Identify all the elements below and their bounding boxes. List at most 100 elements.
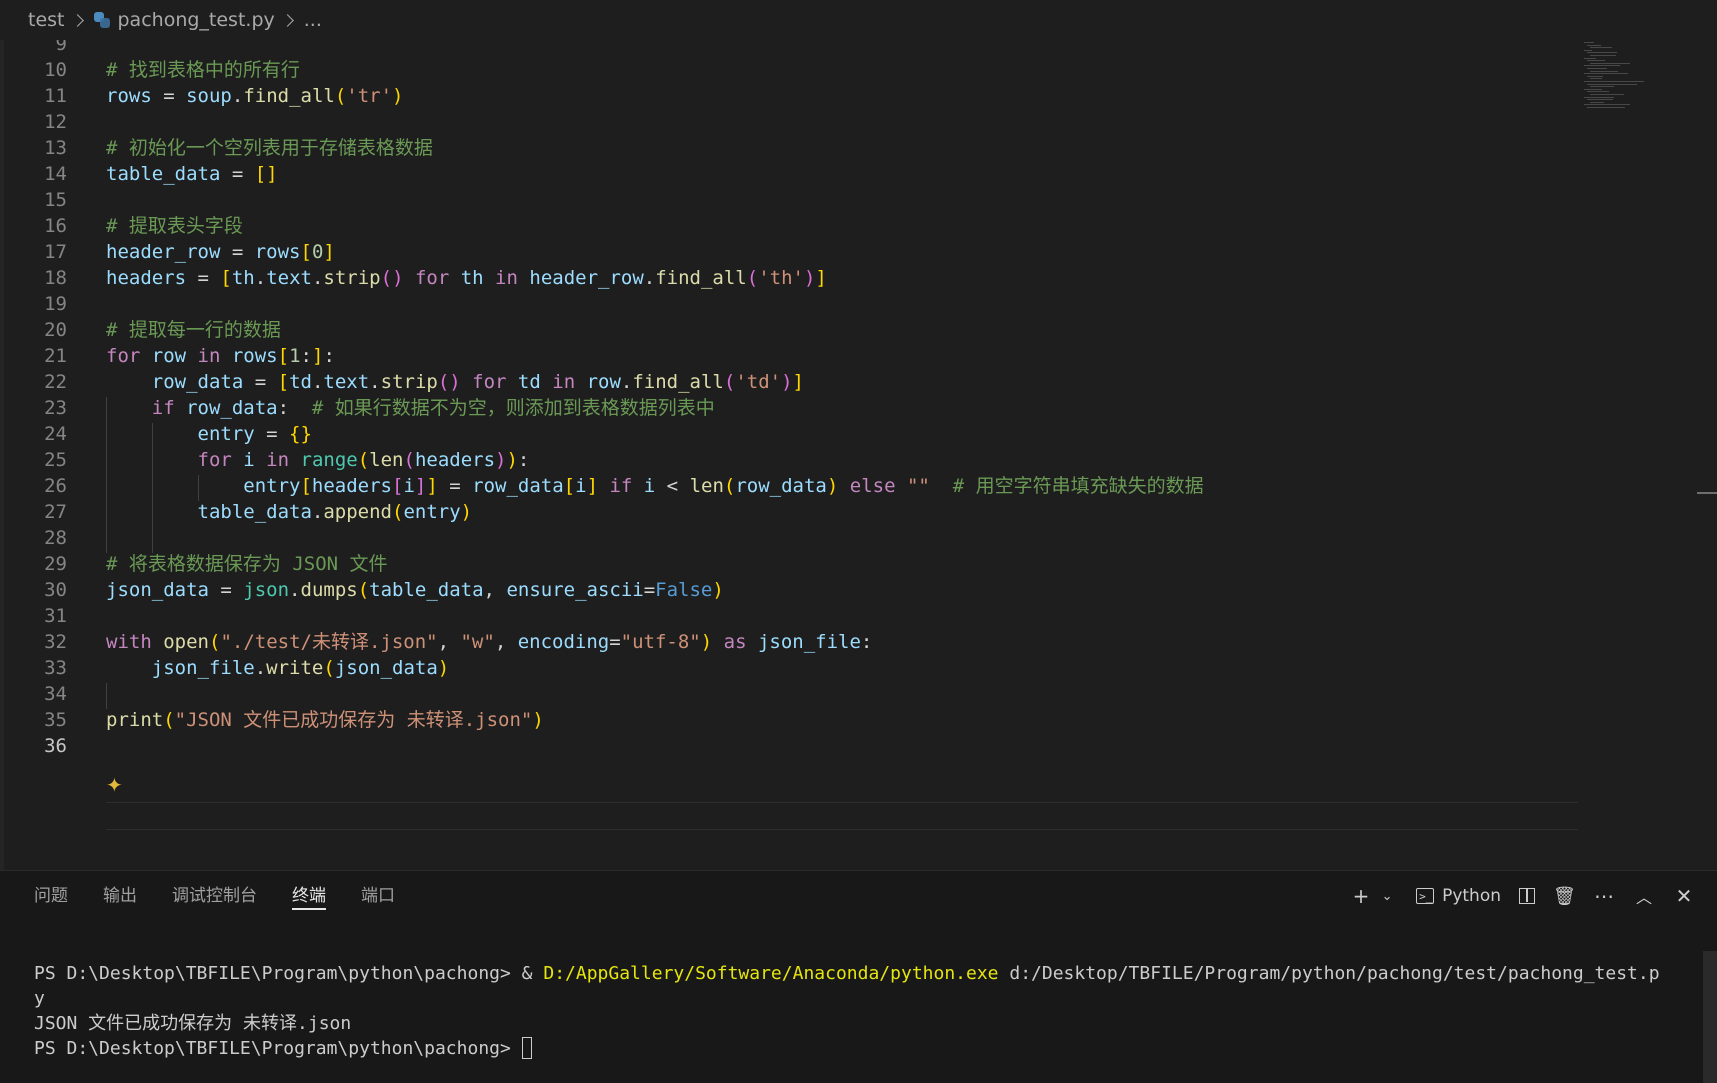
code-line[interactable]: 20 # 提取每一行的数据 (0, 316, 1580, 344)
line-number: 27 (44, 501, 67, 523)
code-token: table_data (106, 501, 312, 523)
code-line[interactable]: 17 header_row = rows[0] (0, 238, 1580, 266)
code-text: if row_data: # 如果行数据不为空，则添加到表格数据列表中 (106, 394, 715, 422)
line-number: 26 (44, 475, 67, 497)
code-line[interactable]: 14 table_data = [] (0, 160, 1580, 188)
code-token: with (106, 631, 152, 653)
terminal-prompt: PS D:\Desktop\TBFILE\Program\python\pach… (34, 1038, 522, 1059)
code-line[interactable]: 34 (0, 680, 1580, 708)
code-line[interactable]: 22 row_data = [td.text.strip() for td in… (0, 368, 1580, 396)
code-line[interactable]: 16 # 提取表头字段 (0, 212, 1580, 240)
minimap[interactable] (1578, 40, 1688, 120)
line-number: 25 (44, 449, 67, 471)
minimap-line (1587, 52, 1617, 54)
code-line[interactable]: 35 print("JSON 文件已成功保存为 未转译.json") (0, 706, 1580, 734)
code-line[interactable]: 31 (0, 602, 1580, 630)
code-token: [ (563, 475, 576, 497)
code-line[interactable]: 21 for row in rows[1:]: (0, 342, 1580, 370)
breadcrumb-file[interactable]: pachong_test.py (118, 9, 275, 31)
panel-tab[interactable]: 终端 (292, 871, 326, 921)
trash-icon[interactable]: 🗑 (1553, 886, 1576, 907)
code-editor[interactable]: 9 10 # 找到表格中的所有行 11 rows = soup.find_all('tr… (0, 40, 1717, 870)
minimap-line (1590, 94, 1624, 95)
terminal-scrollbar[interactable] (1703, 951, 1717, 1083)
code-token: headers (106, 267, 187, 289)
code-line[interactable]: 30 json_data = json.dumps(table_data, ens… (0, 576, 1580, 604)
code-line[interactable]: 18 headers = [th.text.strip() for th in h… (0, 264, 1580, 292)
line-number: 34 (44, 683, 67, 705)
code-line[interactable]: 19 (0, 290, 1580, 318)
sparkle-icon[interactable]: ✦ (106, 775, 126, 795)
code-line[interactable]: 32 with open("./test/未转译.json", "w", enco… (0, 628, 1580, 656)
scrollbar-marker[interactable] (1697, 492, 1717, 494)
code-token: : (300, 345, 312, 367)
code-token: text (323, 371, 370, 393)
code-token: = (243, 371, 278, 393)
minimap-line (1587, 99, 1613, 101)
code-token: ) (700, 631, 713, 653)
code-token: , (494, 631, 518, 653)
minimap-line (1590, 101, 1604, 103)
line-number: 29 (44, 553, 67, 575)
code-token: rows (231, 345, 278, 367)
code-token: = (437, 475, 473, 497)
code-text: with open("./test/未转译.json", "w", encodi… (106, 628, 872, 656)
panel-tab[interactable]: 调试控制台 (172, 871, 257, 921)
code-line[interactable]: 12 (0, 108, 1580, 136)
panel-tab[interactable]: 输出 (103, 871, 137, 921)
breadcrumb-folder[interactable]: test (28, 9, 65, 31)
line-number: 33 (44, 657, 67, 679)
code-token: i (231, 449, 255, 471)
code-text: table_data.append(entry) (106, 498, 473, 526)
panel-tab[interactable]: 问题 (34, 871, 68, 921)
code-line[interactable]: 28 (0, 524, 1580, 552)
ellipsis-icon[interactable]: ⋯ (1593, 884, 1615, 908)
minimap-line (1590, 55, 1616, 56)
code-token: ( (323, 657, 335, 679)
code-token: ) (532, 709, 544, 731)
panel-tabs: 问题 输出 调试控制台 终端 端口 (0, 871, 430, 921)
code-token: . (369, 371, 381, 393)
code-token: row (586, 371, 621, 393)
code-token: . (254, 657, 267, 679)
terminal-profile-python[interactable]: >_ Python (1416, 886, 1501, 906)
code-line[interactable]: 11 rows = soup.find_all('tr') (0, 82, 1580, 110)
terminal-output[interactable]: PS D:\Desktop\TBFILE\Program\python\pach… (34, 961, 1684, 1061)
code-token: 'tr' (346, 85, 393, 107)
code-token: json_file (106, 657, 255, 679)
code-text: # 提取每一行的数据 (106, 316, 281, 344)
minimap-line (1584, 104, 1630, 106)
code-line[interactable]: 15 (0, 186, 1580, 214)
code-line[interactable]: 27 table_data.append(entry) (0, 498, 1580, 526)
chevron-down-icon[interactable]: ⌄ (1376, 889, 1398, 904)
code-token: = (186, 267, 221, 289)
code-line[interactable]: 29 # 将表格数据保存为 JSON 文件 (0, 550, 1580, 578)
chevron-up-icon[interactable]: ︿ (1633, 884, 1655, 908)
line-number: 10 (44, 59, 67, 81)
code-line[interactable]: 33 json_file.write(json_data) (0, 654, 1580, 682)
code-line[interactable]: 36 (0, 732, 1580, 760)
split-editor-icon[interactable] (1519, 888, 1535, 904)
code-line[interactable]: 23 if row_data: # 如果行数据不为空，则添加到表格数据列表中 (0, 394, 1580, 422)
code-token: : (277, 397, 312, 419)
code-token: . (311, 371, 324, 393)
code-line[interactable]: 10 # 找到表格中的所有行 (0, 56, 1580, 84)
minimap-line (1587, 60, 1605, 62)
code-token: in (254, 449, 301, 471)
code-line[interactable]: 13 # 初始化一个空列表用于存储表格数据 (0, 134, 1580, 162)
code-line[interactable]: 24 entry = {} (0, 420, 1580, 448)
code-token: in (186, 345, 232, 367)
code-line[interactable]: 26 entry[headers[i]] = row_data[i] if i … (0, 472, 1580, 500)
terminal-icon: >_ (1416, 888, 1435, 904)
code-token: open (163, 631, 209, 653)
minimap-line (1584, 88, 1602, 90)
panel-tab[interactable]: 端口 (361, 871, 395, 921)
code-token: . (311, 267, 324, 289)
python-file-icon (93, 12, 110, 28)
code-token: table_data (106, 163, 221, 185)
breadcrumb-more[interactable]: ... (304, 9, 322, 31)
code-line[interactable]: 25 for i in range(len(headers)): (0, 446, 1580, 474)
code-token: ] (815, 267, 827, 289)
plus-icon[interactable]: + (1350, 884, 1372, 908)
close-icon[interactable]: ✕ (1673, 884, 1695, 908)
